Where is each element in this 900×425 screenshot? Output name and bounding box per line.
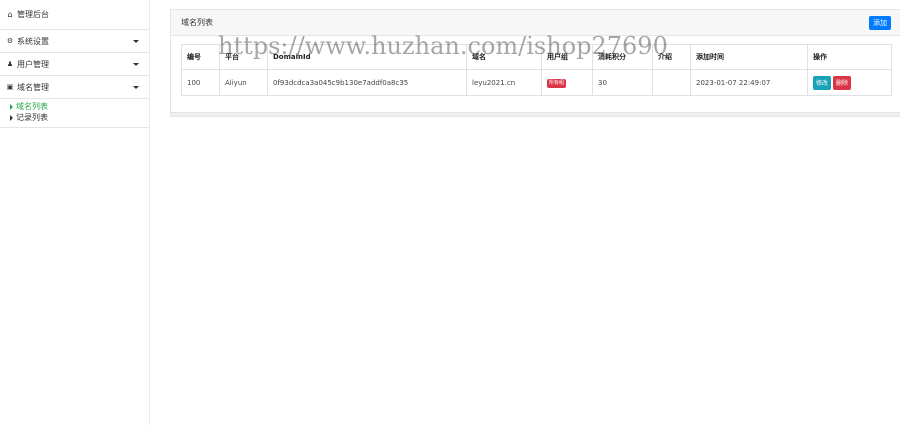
sidebar-brand[interactable]: ⌂ 管理后台: [0, 0, 149, 30]
column-header-domain-id: DomainId: [267, 44, 467, 70]
sidebar: ⌂ 管理后台 ⚙ 系统设置 ♟ 用户管理 ▣ 域名管理 域名列表 记录列表: [0, 0, 150, 425]
sidebar-item-system-settings[interactable]: ⚙ 系统设置: [0, 30, 149, 53]
column-header-points: 消耗积分: [592, 44, 653, 70]
cell-points: 30: [592, 69, 653, 96]
submenu-item-label: 记录列表: [16, 113, 48, 122]
cell-domain-id: 0f93dcdca3a045c9b130e7addf0a8c35: [267, 69, 467, 96]
column-header-user-group: 用户组: [541, 44, 593, 70]
edit-button[interactable]: 修改: [813, 75, 832, 90]
submenu-item-label: 域名列表: [16, 102, 48, 111]
app-root: ⌂ 管理后台 ⚙ 系统设置 ♟ 用户管理 ▣ 域名管理 域名列表 记录列表 域名…: [0, 0, 900, 425]
sidebar-item-domain-management[interactable]: ▣ 域名管理: [0, 76, 149, 99]
add-button[interactable]: 添加: [869, 15, 891, 30]
submenu-item-record-list[interactable]: 记录列表: [0, 112, 149, 123]
delete-button[interactable]: 删除: [833, 75, 852, 90]
chevron-down-icon: [133, 39, 139, 43]
cell-intro: [652, 69, 691, 96]
cell-platform: Aliyun: [219, 69, 268, 96]
sidebar-item-label: 域名管理: [17, 82, 49, 92]
gear-icon: ⚙: [6, 37, 14, 45]
user-icon: ♟: [6, 60, 14, 68]
cell-actions: 修改 删除: [807, 69, 892, 96]
column-header-intro: 介绍: [652, 44, 691, 70]
domain-list-card: 域名列表 添加 编号 平台 DomainId 域名 用户组 消耗积分 介绍 添加…: [170, 9, 900, 117]
cell-id: 100: [181, 69, 220, 96]
caret-right-icon: [10, 114, 13, 121]
domain-submenu: 域名列表 记录列表: [0, 99, 149, 128]
column-header-platform: 平台: [219, 44, 268, 70]
page-title: 域名列表: [181, 18, 213, 27]
cell-domain: leyu2021.cn: [466, 69, 542, 96]
table-row: 100 Aliyun 0f93dcdca3a045c9b130e7addf0a8…: [181, 69, 892, 96]
cell-user-group: 所有组: [541, 69, 593, 96]
sidebar-item-label: 系统设置: [17, 36, 49, 46]
chevron-down-icon: [133, 85, 139, 89]
status-badge: 所有组: [547, 78, 567, 88]
cube-icon: ▣: [6, 83, 14, 91]
card-body: 编号 平台 DomainId 域名 用户组 消耗积分 介绍 添加时间 操作 10…: [171, 36, 900, 96]
card-header: 域名列表 添加: [171, 10, 900, 36]
column-header-id: 编号: [181, 44, 220, 70]
table-header-row: 编号 平台 DomainId 域名 用户组 消耗积分 介绍 添加时间 操作: [181, 44, 892, 70]
sidebar-item-label: 用户管理: [17, 59, 49, 69]
sidebar-item-user-management[interactable]: ♟ 用户管理: [0, 53, 149, 76]
column-header-created: 添加时间: [690, 44, 808, 70]
home-icon: ⌂: [7, 10, 13, 19]
domain-table: 编号 平台 DomainId 域名 用户组 消耗积分 介绍 添加时间 操作 10…: [181, 44, 892, 96]
column-header-domain: 域名: [466, 44, 542, 70]
submenu-item-domain-list[interactable]: 域名列表: [0, 101, 149, 112]
card-footer: [171, 112, 900, 116]
cell-created: 2023-01-07 22:49:07: [690, 69, 808, 96]
chevron-down-icon: [133, 62, 139, 66]
caret-right-icon: [10, 103, 13, 110]
column-header-actions: 操作: [807, 44, 892, 70]
brand-label: 管理后台: [17, 10, 49, 19]
